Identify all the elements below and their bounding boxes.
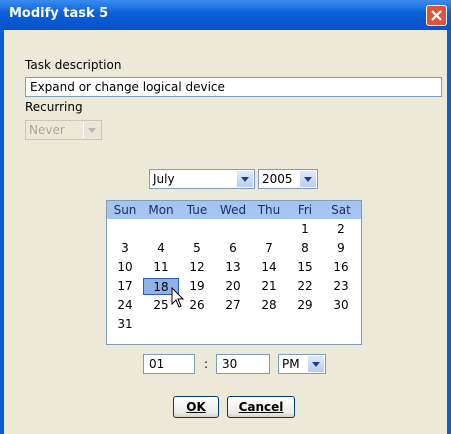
- calendar-day[interactable]: 4: [143, 240, 179, 257]
- calendar-day[interactable]: 11: [143, 259, 179, 276]
- calendar-day[interactable]: 22: [287, 278, 323, 295]
- hour-value: 01: [149, 357, 165, 371]
- calendar-day[interactable]: 9: [323, 240, 359, 257]
- recurring-select[interactable]: Never: [25, 120, 102, 140]
- day-header: Thu: [257, 203, 281, 217]
- recurring-label: Recurring: [25, 100, 83, 114]
- ok-button[interactable]: OK: [173, 396, 219, 418]
- calendar-day[interactable]: 31: [107, 316, 143, 333]
- day-header: Sat: [331, 203, 351, 217]
- chevron-down-icon: [307, 356, 324, 372]
- calendar-day[interactable]: 23: [323, 278, 359, 295]
- year-select[interactable]: 2005: [258, 169, 318, 189]
- calendar-day[interactable]: 8: [287, 240, 323, 257]
- day-header: Wed: [219, 203, 247, 217]
- year-value: 2005: [262, 172, 293, 186]
- day-header: Fri: [297, 203, 313, 217]
- ok-label: OK: [186, 400, 206, 414]
- calendar-day[interactable]: 24: [107, 297, 143, 314]
- close-button[interactable]: [426, 5, 447, 26]
- chevron-down-icon: [299, 171, 316, 187]
- window-title: Modify task 5: [9, 6, 109, 21]
- day-header: Sun: [113, 203, 137, 217]
- calendar-day[interactable]: 3: [107, 240, 143, 257]
- modify-task-dialog: Modify task 5 Task description Expand or…: [0, 0, 451, 434]
- calendar-day[interactable]: 21: [251, 278, 287, 295]
- calendar-day[interactable]: 15: [287, 259, 323, 276]
- calendar-day[interactable]: 6: [215, 240, 251, 257]
- mouse-cursor-icon: [171, 287, 185, 308]
- calendar-day[interactable]: 12: [179, 259, 215, 276]
- month-value: July: [153, 172, 175, 186]
- ampm-select[interactable]: PM: [278, 354, 326, 374]
- cancel-label: Cancel: [238, 400, 284, 414]
- calendar-day[interactable]: 10: [107, 259, 143, 276]
- title-bar[interactable]: Modify task 5: [0, 0, 451, 30]
- ampm-value: PM: [282, 357, 300, 371]
- calendar-day[interactable]: 30: [323, 297, 359, 314]
- time-separator: :: [204, 357, 209, 371]
- window-border-right: [447, 30, 451, 434]
- calendar-day[interactable]: 14: [251, 259, 287, 276]
- calendar-day[interactable]: 27: [215, 297, 251, 314]
- calendar-day[interactable]: 16: [323, 259, 359, 276]
- chevron-down-icon: [236, 171, 253, 187]
- recurring-value: Never: [29, 123, 65, 137]
- calendar-day[interactable]: 17: [107, 278, 143, 295]
- calendar-day[interactable]: 28: [251, 297, 287, 314]
- calendar-day[interactable]: 29: [287, 297, 323, 314]
- calendar-day[interactable]: 13: [215, 259, 251, 276]
- window-border-left: [0, 30, 4, 434]
- minute-value: 30: [222, 357, 238, 371]
- day-header: Tue: [186, 203, 208, 217]
- cancel-button[interactable]: Cancel: [227, 396, 295, 418]
- task-description-value: Expand or change logical device: [30, 80, 225, 94]
- month-select[interactable]: July: [149, 169, 255, 189]
- calendar-grid: Sun Mon Tue Wed Thu Fri Sat 1 2 3 4 5 6 7 8 9 10 1…: [106, 200, 362, 345]
- day-header: Mon: [148, 203, 174, 217]
- task-description-input[interactable]: Expand or change logical device: [25, 77, 442, 97]
- calendar-day[interactable]: 5: [179, 240, 215, 257]
- minute-input[interactable]: 30: [216, 354, 270, 374]
- calendar-day[interactable]: 7: [251, 240, 287, 257]
- calendar-header: Sun Mon Tue Wed Thu Fri Sat: [107, 201, 361, 219]
- hour-input[interactable]: 01: [143, 354, 195, 374]
- close-icon: [431, 10, 442, 21]
- task-description-label: Task description: [25, 58, 122, 72]
- calendar-day[interactable]: 20: [215, 278, 251, 295]
- calendar-day[interactable]: 2: [323, 221, 359, 238]
- calendar-day[interactable]: 1: [287, 221, 323, 238]
- chevron-down-icon: [83, 122, 100, 138]
